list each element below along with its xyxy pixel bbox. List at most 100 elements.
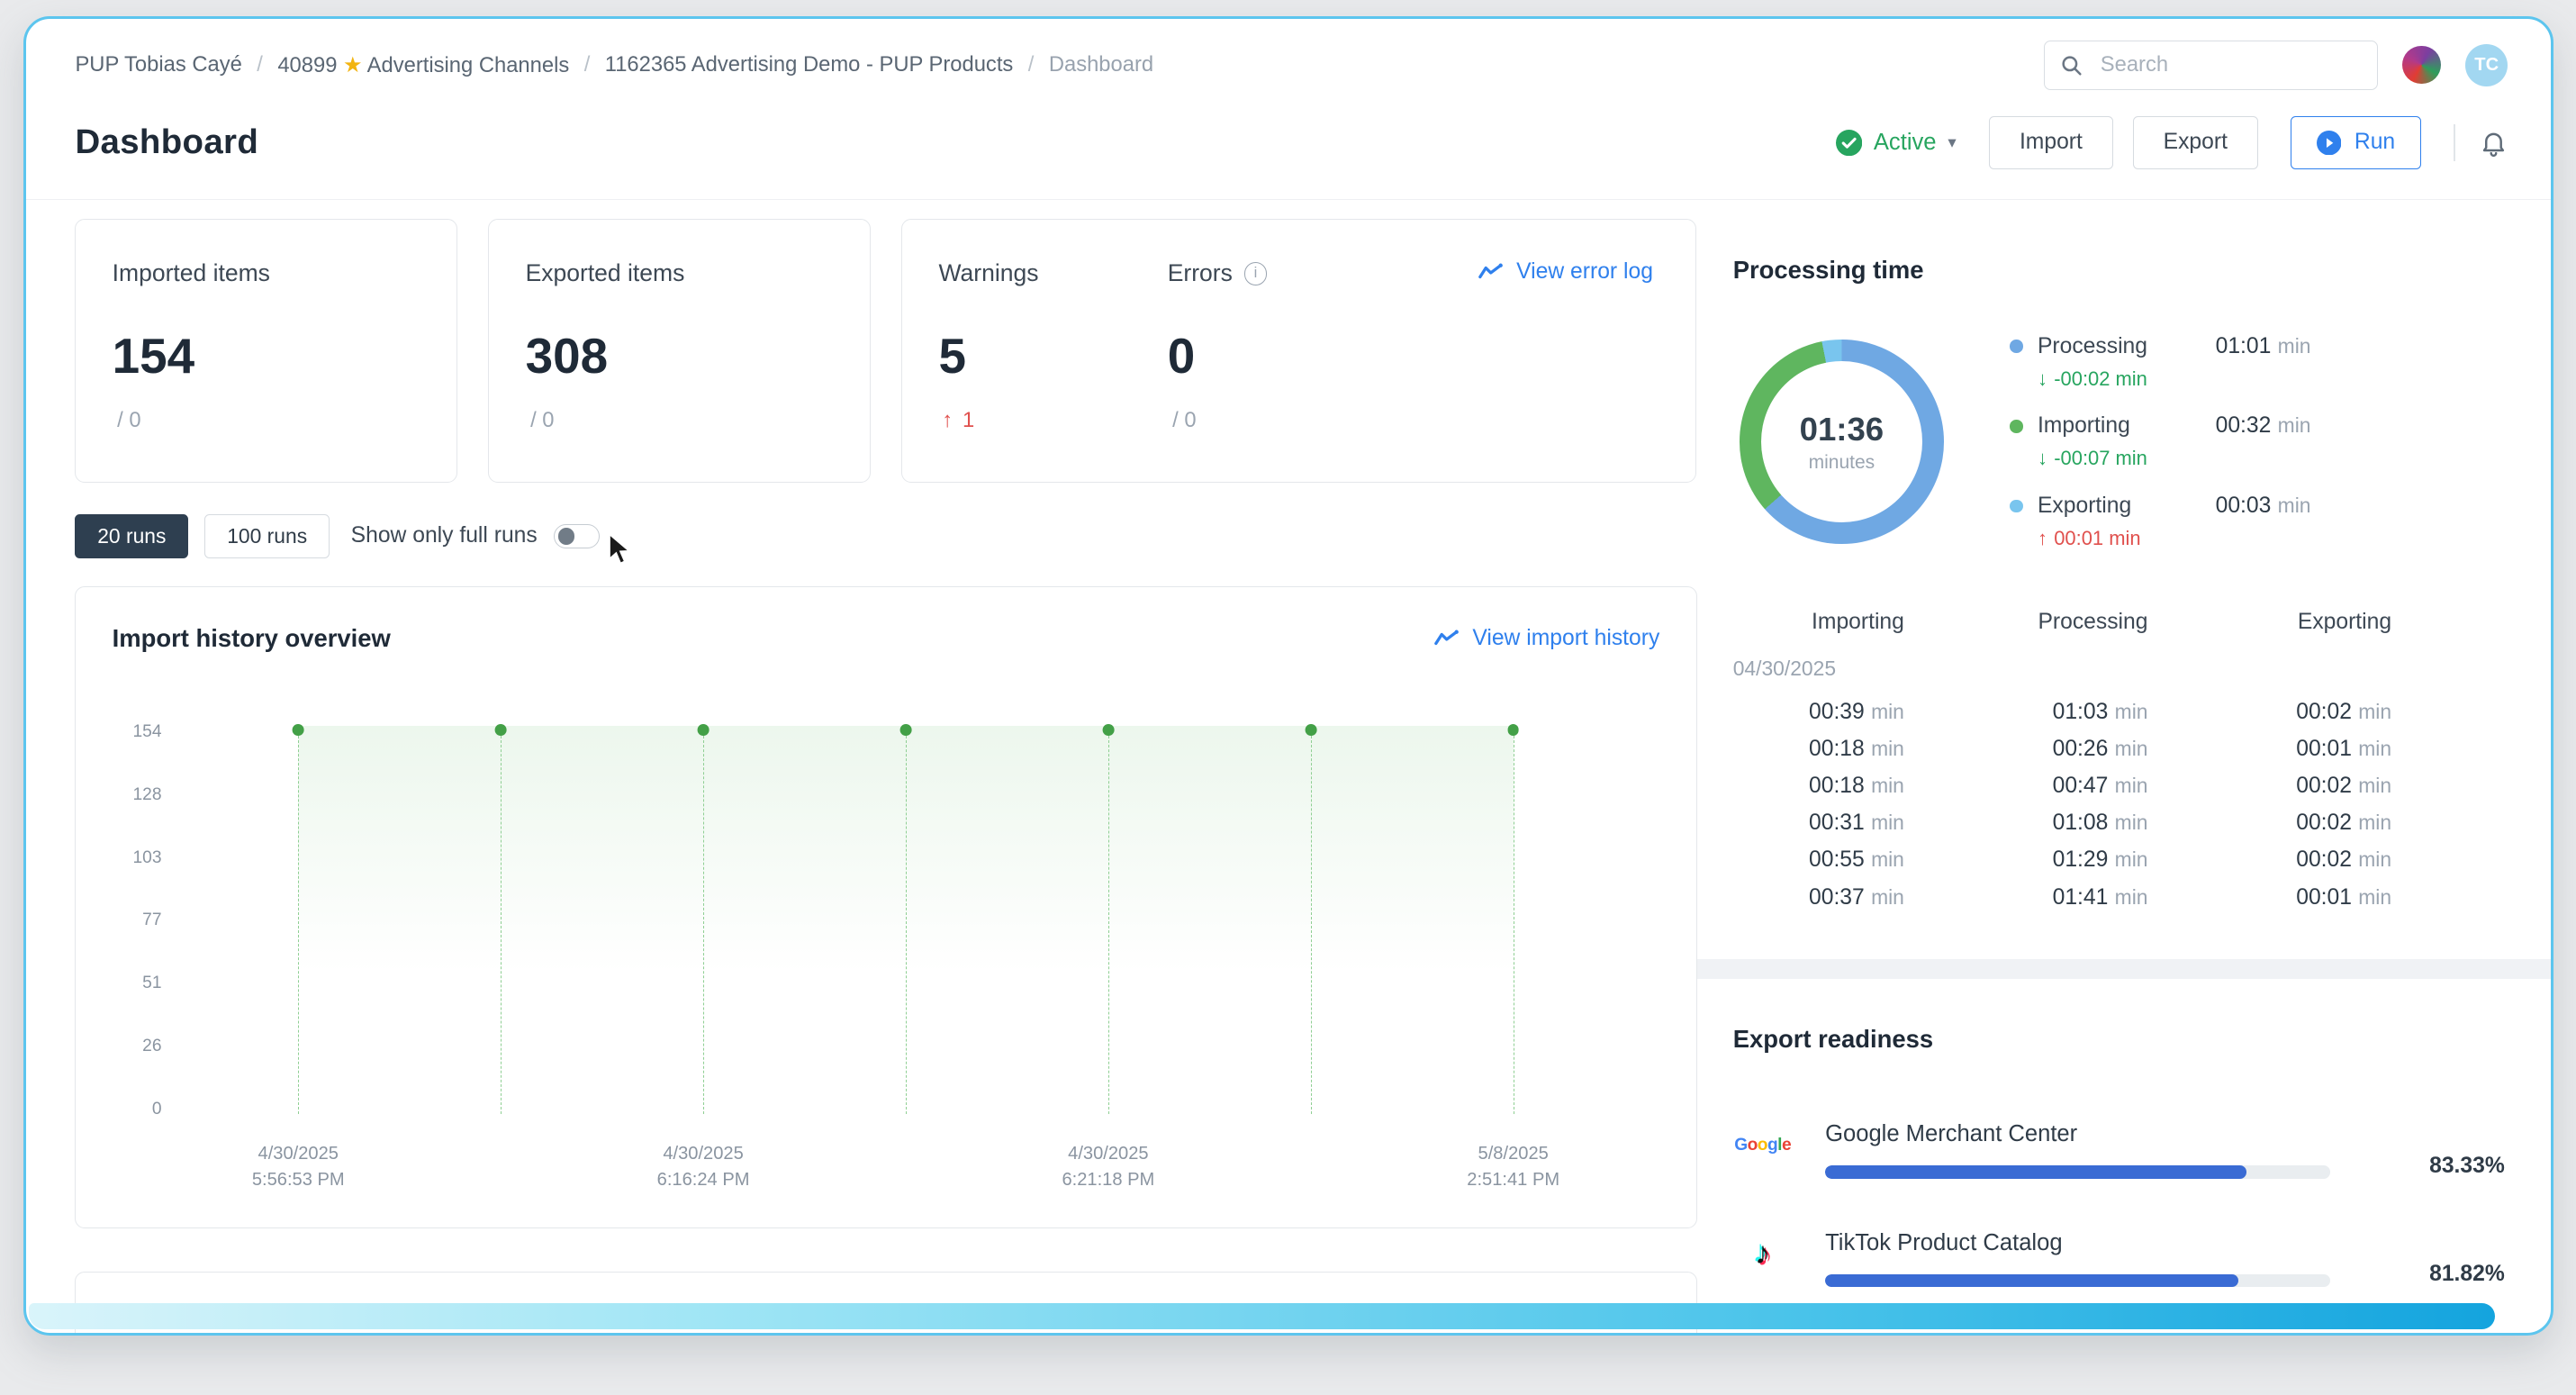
- chart-run-line: [703, 736, 704, 1115]
- header-actions: Active ▾ Import Export Run: [1836, 116, 2508, 169]
- import-history-panel: Import history overview View import hist…: [75, 586, 1696, 1228]
- runs-filter-row: 20 runs 100 runs Show only full runs: [75, 514, 1696, 558]
- tiktok-logo: ♪: [1733, 1231, 1793, 1277]
- chart-y-tick: 26: [142, 1037, 161, 1056]
- content: Imported items 154 / 0 Exported items 30…: [26, 200, 2551, 1336]
- export-progress-fill: [1825, 1274, 2238, 1288]
- processing-legend-item: Exporting00:03min↑00:01 min: [2010, 494, 2311, 550]
- chart-y-tick: 0: [152, 1100, 162, 1119]
- legend-value: 00:32min: [2216, 413, 2311, 439]
- chart-y-tick: 154: [132, 722, 161, 742]
- run-button[interactable]: Run: [2291, 116, 2420, 169]
- imported-items-card: Imported items 154 / 0: [75, 219, 456, 483]
- processing-table-cell: 00:26min: [1904, 737, 2148, 762]
- card-title: Warnings: [939, 259, 1168, 287]
- breadcrumb-separator: /: [584, 52, 591, 77]
- card-title: Exported items: [526, 259, 834, 287]
- export-progress-bar: [1825, 1274, 2330, 1288]
- chart-x-label: 5/8/20252:51:41 PM: [1406, 1141, 1621, 1194]
- processing-table-cell: 00:31min: [1733, 811, 1904, 836]
- top-bar: PUP Tobias Cayé / 40899 ★ Advertising Chan…: [26, 19, 2551, 103]
- chart-x-label: 4/30/20256:16:24 PM: [596, 1141, 810, 1194]
- show-only-full-runs-label: Show only full runs: [351, 523, 538, 548]
- chart-run-point[interactable]: [698, 724, 710, 736]
- processing-table-cell: 00:02min: [2147, 774, 2391, 799]
- show-only-full-runs-toggle[interactable]: [554, 524, 600, 549]
- runs-20-button[interactable]: 20 runs: [75, 514, 188, 558]
- view-error-log-link[interactable]: View error log: [1478, 259, 1653, 285]
- arrow-up-icon: ↑: [2038, 527, 2047, 550]
- processing-table-cell: 00:39min: [1733, 700, 1904, 725]
- chart-run-line: [906, 736, 907, 1115]
- chart-run-point[interactable]: [1507, 724, 1519, 736]
- legend-dot: [2010, 500, 2023, 513]
- avatar[interactable]: TC: [2465, 44, 2508, 87]
- chart-run-point[interactable]: [293, 724, 304, 736]
- chart-run-point[interactable]: [1305, 724, 1316, 736]
- search-input[interactable]: [2097, 51, 2361, 80]
- processing-table-header-cell: Importing: [1733, 610, 1904, 635]
- processing-table-cell: 01:03min: [1904, 700, 2148, 725]
- processing-table-row: 00:37min01:41min00:01min: [1733, 879, 2391, 916]
- breadcrumb: PUP Tobias Cayé / 40899 ★ Advertising Chan…: [75, 52, 1153, 78]
- legend-delta: ↓-00:07 min: [2038, 447, 2311, 470]
- processing-table-cell: 00:18min: [1733, 774, 1904, 799]
- notifications-bell-icon[interactable]: [2479, 128, 2508, 158]
- chart-run-point[interactable]: [900, 724, 912, 736]
- imported-items-sub: / 0: [113, 408, 420, 433]
- runs-100-button[interactable]: 100 runs: [204, 514, 329, 558]
- section-divider: [1697, 959, 2551, 979]
- chart-y-tick: 77: [142, 910, 161, 930]
- view-import-history-label: View import history: [1472, 626, 1659, 651]
- export-readiness-item[interactable]: GoogleGoogle Merchant Center83.33%: [1733, 1119, 2505, 1179]
- chart-run-line: [298, 736, 299, 1115]
- app-window: PUP Tobias Cayé / 40899 ★ Advertising Chan…: [23, 16, 2553, 1336]
- chart-line-icon: [1478, 263, 1503, 281]
- import-button[interactable]: Import: [1989, 116, 2113, 169]
- chart-x-label: 4/30/20255:56:53 PM: [191, 1141, 405, 1194]
- page-header: Dashboard Active ▾ Import Export Run: [26, 104, 2551, 200]
- processing-legend-item: Processing01:01min↓-00:02 min: [2010, 334, 2311, 391]
- export-readiness-list: GoogleGoogle Merchant Center83.33% ♪TikTo…: [1733, 1119, 2505, 1287]
- arrow-down-icon: ↓: [2038, 367, 2047, 391]
- legend-delta: ↑00:01 min: [2038, 527, 2311, 550]
- processing-table-cell: 00:37min: [1733, 885, 1904, 910]
- export-percent: 83.33%: [2429, 1154, 2505, 1179]
- breadcrumb-item[interactable]: 1162365 Advertising Demo - PUP Products: [605, 52, 1014, 77]
- donut-center: 01:36 minutes: [1740, 340, 1944, 544]
- processing-table-row: 00:18min00:47min00:02min: [1733, 768, 2391, 805]
- summary-cards-row: Imported items 154 / 0 Exported items 30…: [75, 219, 1696, 483]
- bottom-accent-bar: [29, 1303, 2495, 1329]
- left-column: Imported items 154 / 0 Exported items 30…: [75, 219, 1696, 1335]
- import-history-header: Import history overview View import hist…: [113, 623, 1660, 653]
- warnings-delta-value: 1: [963, 408, 974, 433]
- chart-run-point[interactable]: [495, 724, 507, 736]
- status-active-icon: [1836, 130, 1862, 156]
- view-import-history-link[interactable]: View import history: [1434, 626, 1659, 651]
- legend-label: Exporting: [2038, 494, 2131, 519]
- export-button[interactable]: Export: [2133, 116, 2258, 169]
- processing-table-cell: 01:41min: [1904, 885, 2148, 910]
- processing-table-cell: 01:08min: [1904, 811, 2148, 836]
- processing-table-header-cell: Exporting: [2147, 610, 2391, 635]
- processing-table-cell: 00:55min: [1733, 847, 1904, 873]
- chart-run-point[interactable]: [1102, 724, 1114, 736]
- processing-time-donut: 01:36 minutes: [1740, 340, 1944, 544]
- divider: [2454, 124, 2455, 160]
- errors-value: 0: [1168, 327, 1396, 385]
- search-box[interactable]: [2044, 41, 2378, 90]
- breadcrumb-item[interactable]: 40899 ★ Advertising Channels: [277, 52, 569, 78]
- warnings-block: Warnings 5 ↑ 1: [939, 259, 1168, 442]
- processing-time-summary: 01:36 minutes Processing01:01min↓-00:02 …: [1733, 334, 2505, 551]
- import-history-title: Import history overview: [113, 624, 391, 653]
- view-error-log-label: View error log: [1516, 259, 1653, 285]
- processing-table-row: 00:18min00:26min00:01min: [1733, 731, 2391, 768]
- help-widget-icon[interactable]: [2402, 46, 2440, 84]
- card-title: Imported items: [113, 259, 420, 287]
- page-background: PUP Tobias Cayé / 40899 ★ Advertising Chan…: [0, 0, 2576, 1395]
- breadcrumb-item[interactable]: PUP Tobias Cayé: [75, 52, 241, 77]
- export-readiness-item[interactable]: ♪TikTok Product Catalog81.82%: [1733, 1228, 2505, 1288]
- status-dropdown[interactable]: Active ▾: [1836, 130, 1957, 156]
- processing-table-cell: 00:01min: [2147, 737, 2391, 762]
- info-icon[interactable]: i: [1244, 262, 1268, 285]
